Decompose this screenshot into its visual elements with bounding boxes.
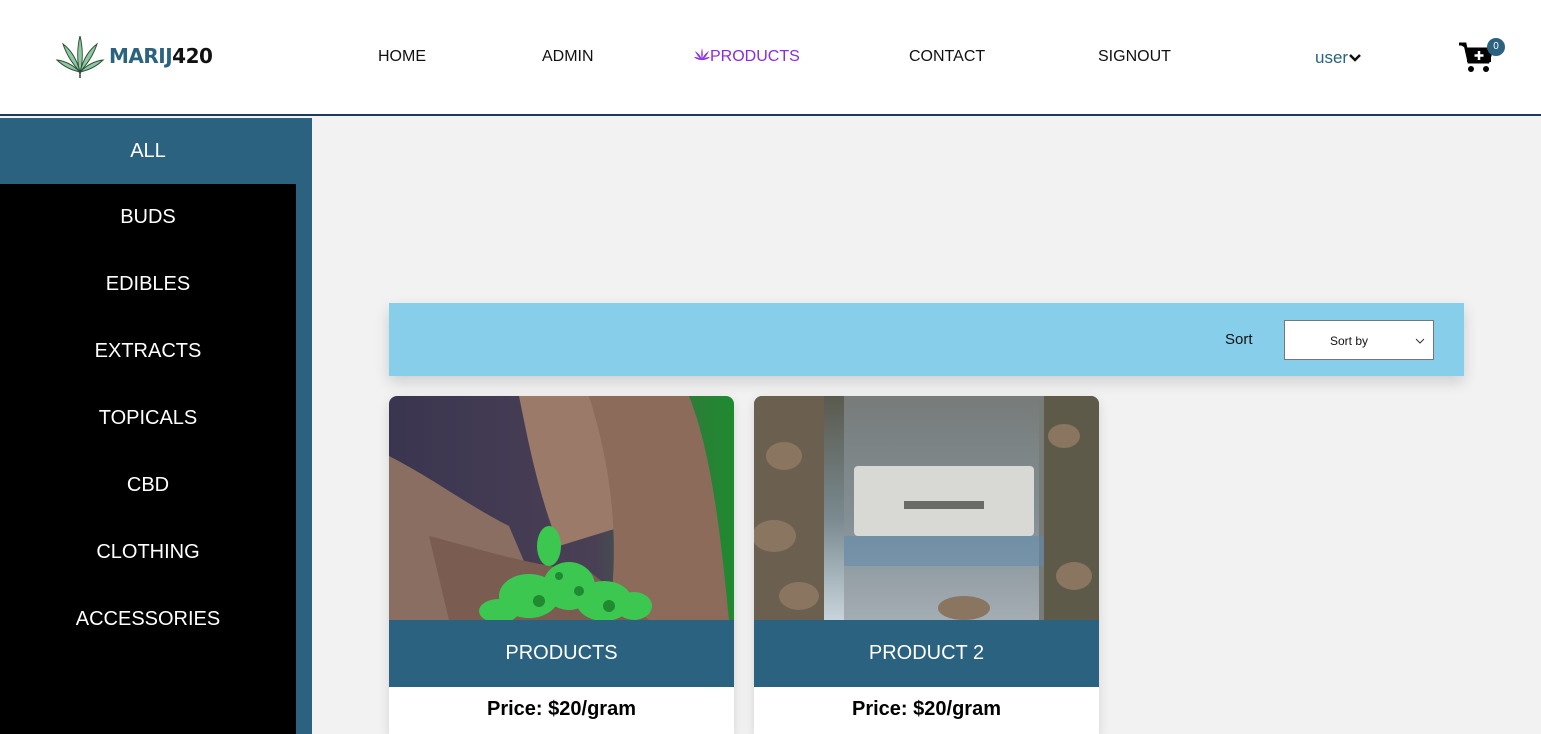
cannabis-leaf-icon [694, 48, 710, 61]
cannabis-leaf-icon [55, 35, 105, 78]
sidebar-item-edibles[interactable]: EDIBLES [0, 251, 296, 318]
product-card[interactable]: PRODUCT 2 Price: $20/gram [754, 396, 1099, 734]
sidebar-item-accessories[interactable]: ACCESSORIES [0, 586, 296, 653]
nav-contact[interactable]: CONTACT [909, 47, 985, 67]
sort-selected-value: Sort by [1330, 334, 1369, 348]
sidebar-item-extracts[interactable]: EXTRACTS [0, 318, 296, 385]
top-header: MARIJ420 HOME ADMIN PRODUCTS CONTACT SIG… [0, 0, 1541, 116]
product-title: PRODUCT 2 [754, 620, 1099, 687]
nav-admin[interactable]: ADMIN [542, 47, 594, 67]
cart-button[interactable]: 0 [1458, 38, 1506, 80]
sort-label: Sort [1225, 331, 1253, 348]
category-sidebar: ALL BUDS EDIBLES EXTRACTS TOPICALS CBD C… [0, 118, 312, 734]
sidebar-item-all[interactable]: ALL [0, 118, 296, 185]
product-title: PRODUCTS [389, 620, 734, 687]
user-menu[interactable]: user [1315, 48, 1361, 68]
product-price: Price: $20/gram [487, 698, 636, 720]
sidebar-list: BUDS EDIBLES EXTRACTS TOPICALS CBD CLOTH… [0, 184, 296, 734]
sidebar-item-topicals[interactable]: TOPICALS [0, 385, 296, 452]
brand-logo[interactable]: MARIJ420 [55, 34, 213, 78]
sort-select[interactable]: Sort by [1284, 320, 1434, 360]
sidebar-item-buds[interactable]: BUDS [0, 184, 296, 251]
nav-products[interactable]: PRODUCTS [694, 47, 800, 67]
product-card[interactable]: PRODUCTS Price: $20/gram [389, 396, 734, 734]
product-price: Price: $20/gram [852, 698, 1001, 720]
sort-bar: Sort Sort by [389, 303, 1464, 376]
nav-home[interactable]: HOME [378, 47, 426, 67]
product-image [754, 396, 1099, 620]
nav-signout[interactable]: SIGNOUT [1098, 47, 1171, 67]
sidebar-item-clothing[interactable]: CLOTHING [0, 519, 296, 586]
product-image [389, 396, 734, 620]
cart-count-badge: 0 [1487, 38, 1505, 56]
chevron-down-icon [1415, 338, 1425, 344]
user-label: user [1315, 48, 1349, 67]
chevron-down-icon [1349, 54, 1361, 62]
sidebar-item-cbd[interactable]: CBD [0, 452, 296, 519]
nav-products-label: PRODUCTS [710, 48, 800, 65]
brand-name: MARIJ420 [109, 44, 213, 68]
